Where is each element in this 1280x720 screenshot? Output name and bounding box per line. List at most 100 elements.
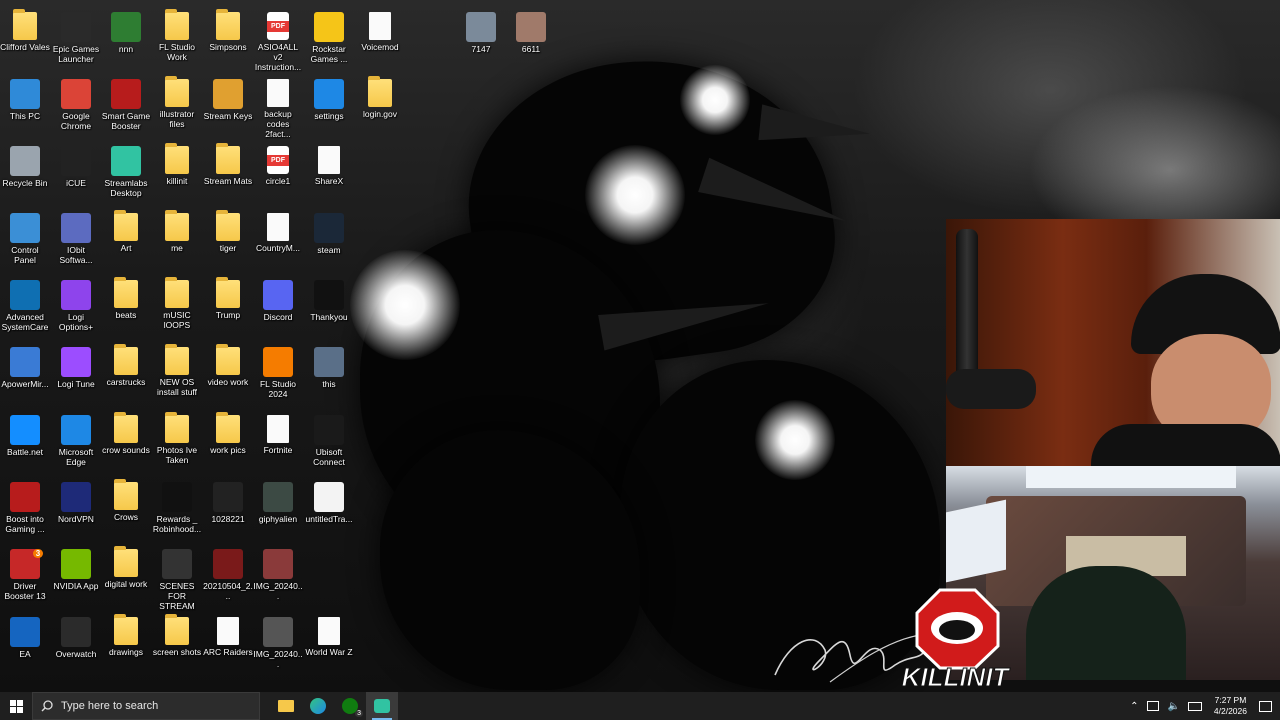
desktop-icon[interactable]: Rockstar Games ...: [304, 6, 354, 64]
desktop-icon[interactable]: drawings: [101, 611, 151, 657]
folder-icon: [216, 344, 240, 375]
notification-icon[interactable]: [1259, 700, 1272, 712]
desktop-icon[interactable]: Fortnite: [253, 409, 303, 455]
taskbar-file-explorer[interactable]: [270, 692, 302, 720]
clock[interactable]: 7:27 PM 4/2/2026: [1206, 695, 1255, 717]
image-icon: [263, 549, 293, 579]
laptop-screen: [946, 499, 1006, 583]
desktop-icon[interactable]: Boost into Gaming ...: [0, 476, 50, 534]
desktop-icon[interactable]: IMG_20240...: [253, 611, 303, 669]
desktop-icon[interactable]: FL Studio 2024: [253, 341, 303, 399]
desktop-icon[interactable]: SCENES FOR STREAM: [152, 543, 202, 611]
desktop-icon[interactable]: nnn: [101, 6, 151, 54]
desktop-icon[interactable]: Voicemod: [355, 6, 405, 52]
desktop-icon[interactable]: Trump: [203, 274, 253, 320]
desktop-icon[interactable]: This PC: [0, 73, 50, 121]
desktop-icon[interactable]: killinit: [152, 140, 202, 186]
desktop-icon[interactable]: me: [152, 207, 202, 253]
keyboard-icon[interactable]: [1187, 701, 1202, 711]
desktop-icon[interactable]: World War Z: [304, 611, 354, 657]
desktop-icon[interactable]: giphyalien: [253, 476, 303, 524]
taskbar: Type here to search 3 ⌃ 🔈 7:27 PM 4/2/20…: [0, 692, 1280, 720]
desktop-icon[interactable]: work pics: [203, 409, 253, 455]
desktop-icon[interactable]: Overwatch: [51, 611, 101, 659]
desktop-icon[interactable]: Photos Ive Taken: [152, 409, 202, 465]
desktop-icon[interactable]: settings: [304, 73, 354, 121]
desktop-icon[interactable]: NordVPN: [51, 476, 101, 524]
desktop-icon[interactable]: Thankyou: [304, 274, 354, 322]
desktop-icon[interactable]: mUSIC lOOPS: [152, 274, 202, 330]
image-icon: [213, 482, 243, 512]
desktop-icon[interactable]: IObit Softwa...: [51, 207, 101, 265]
desktop-icon[interactable]: Stream Keys: [203, 73, 253, 121]
taskbar-xbox[interactable]: 3: [334, 692, 366, 720]
desktop-icon[interactable]: Clifford Vales: [0, 6, 50, 52]
desktop-icon[interactable]: EA: [0, 611, 50, 659]
desktop-icon[interactable]: Simpsons: [203, 6, 253, 52]
start-button[interactable]: [0, 692, 32, 720]
desktop-icon[interactable]: CountryM...: [253, 207, 303, 253]
desktop-icon[interactable]: Streamlabs Desktop: [101, 140, 151, 198]
logi-icon: [61, 280, 91, 310]
desktop-icon[interactable]: IMG_20240...: [253, 543, 303, 601]
desktop-icon[interactable]: this: [304, 341, 354, 389]
desktop-icon[interactable]: 1028221: [203, 476, 253, 524]
desktop-icon[interactable]: Rewards _ Robinhood...: [152, 476, 202, 534]
desktop-icon[interactable]: 3 Driver Booster 13: [0, 543, 50, 601]
desktop-icon[interactable]: 7147: [456, 6, 506, 54]
desktop-icon[interactable]: PDF ASIO4ALL v2 Instruction...: [253, 6, 303, 72]
desktop-icon[interactable]: Ubisoft Connect: [304, 409, 354, 467]
desktop-icon[interactable]: screen shots: [152, 611, 202, 657]
desktop-icon[interactable]: steam: [304, 207, 354, 255]
taskbar-edge[interactable]: [302, 692, 334, 720]
key-icon: [213, 79, 243, 109]
desktop-icon-label: beats: [115, 310, 137, 320]
desktop-icon[interactable]: 20210504_2...: [203, 543, 253, 601]
desktop-icon[interactable]: Art: [101, 207, 151, 253]
desktop-icon[interactable]: beats: [101, 274, 151, 320]
desktop-icon[interactable]: Logi Tune: [51, 341, 101, 389]
desktop-icon[interactable]: carstrucks: [101, 341, 151, 387]
desktop-icon[interactable]: Google Chrome: [51, 73, 101, 131]
volume-icon[interactable]: 🔈: [1163, 701, 1183, 712]
desktop-icon[interactable]: tiger: [203, 207, 253, 253]
desktop-icon[interactable]: Discord: [253, 274, 303, 322]
network-icon[interactable]: [1147, 701, 1160, 711]
desktop-icon[interactable]: iCUE: [51, 140, 101, 188]
desktop-icon-label: Fortnite: [263, 445, 293, 455]
desktop-icon[interactable]: Microsoft Edge: [51, 409, 101, 467]
desktop-icon[interactable]: ApowerMir...: [0, 341, 50, 389]
desktop-icon[interactable]: Smart Game Booster: [101, 73, 151, 131]
glowing-eye: [680, 65, 750, 135]
recycle-bin-icon: [10, 146, 40, 176]
desktop-icon[interactable]: 6611: [506, 6, 556, 54]
desktop-icon[interactable]: NVIDIA App: [51, 543, 101, 591]
desktop-icon[interactable]: Advanced SystemCare: [0, 274, 50, 332]
control-panel-icon: [10, 213, 40, 243]
desktop-icon[interactable]: video work: [203, 341, 253, 387]
desktop-icon[interactable]: Crows: [101, 476, 151, 522]
desktop-icon[interactable]: Recycle Bin: [0, 140, 50, 188]
desktop-icon[interactable]: FL Studio Work: [152, 6, 202, 62]
desktop-icon[interactable]: ARC Raiders: [203, 611, 253, 657]
driver-booster-icon: 3: [10, 548, 44, 579]
desktop-icon[interactable]: ShareX: [304, 140, 354, 186]
chevron-up-icon[interactable]: ⌃: [1125, 701, 1143, 712]
desktop-icon[interactable]: Battle.net: [0, 409, 50, 457]
taskbar-streamlabs[interactable]: [366, 692, 398, 720]
desktop-icon-label: Crows: [113, 512, 139, 522]
desktop-icon[interactable]: Stream Mats: [203, 140, 253, 186]
desktop-icon[interactable]: digital work: [101, 543, 151, 589]
desktop-icon[interactable]: Logi Options+: [51, 274, 101, 332]
desktop-icon[interactable]: crow sounds: [101, 409, 151, 455]
desktop-icon[interactable]: PDF circle1: [253, 140, 303, 186]
desktop-icon[interactable]: Control Panel: [0, 207, 50, 265]
desktop-icon[interactable]: backup codes 2fact...: [253, 73, 303, 139]
desktop-icon[interactable]: Epic Games Launcher: [51, 6, 101, 64]
desktop-icon[interactable]: login.gov: [355, 73, 405, 119]
icue-icon: [61, 146, 91, 176]
taskbar-search-input[interactable]: Type here to search: [32, 692, 260, 720]
desktop-icon[interactable]: untitledTra...: [304, 476, 354, 524]
desktop-icon[interactable]: NEW OS install stuff: [152, 341, 202, 397]
desktop-icon[interactable]: illustrator files: [152, 73, 202, 129]
